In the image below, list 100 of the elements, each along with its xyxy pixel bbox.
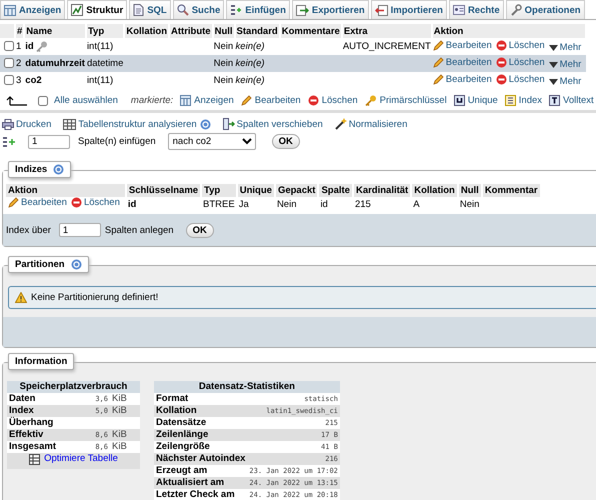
select-all-label: Alle auswählen	[54, 95, 118, 106]
tab[interactable]: Anzeigen	[0, 0, 66, 19]
table-cell: A	[411, 197, 458, 211]
table-icon	[4, 4, 16, 16]
chart-icon	[71, 4, 84, 16]
table-cell: 3	[15, 72, 24, 89]
row-label: Index	[7, 405, 85, 417]
column-header: Attribute	[169, 24, 213, 38]
help-icon[interactable]	[53, 164, 64, 175]
row-label: Nächster Autoindex	[154, 453, 248, 465]
table-icon	[63, 118, 76, 130]
row-label: Insgesamt	[7, 441, 85, 453]
add-columns-label: Spalte(n) einfügen	[78, 136, 156, 147]
column-name: co2	[25, 75, 42, 86]
column-header: Kardinalität	[352, 184, 412, 197]
tab[interactable]: Exportieren	[292, 0, 369, 19]
ok-button[interactable]: OK	[186, 222, 214, 238]
bulk-action-button[interactable]: Anzeigen	[180, 95, 234, 106]
table-title: Datensatz-Statistiken	[154, 381, 340, 393]
delete-icon	[496, 74, 507, 84]
unit-label: KiB	[112, 441, 127, 452]
action-link[interactable]: Drucken	[2, 118, 52, 130]
table-cell: datetime	[86, 55, 124, 72]
tab[interactable]: Rechte	[448, 0, 504, 19]
edit-link[interactable]: Bearbeiten	[432, 56, 492, 68]
row-checkbox[interactable]	[4, 58, 14, 68]
action-link[interactable]: Tabellenstruktur analysieren	[63, 118, 197, 130]
column-name: datumuhrzeit	[25, 58, 85, 69]
tab[interactable]: Importieren	[370, 0, 447, 19]
table-cell: id	[126, 197, 202, 211]
edit-link[interactable]: Bearbeiten	[432, 74, 492, 84]
column-header: Schlüsselname	[126, 184, 202, 197]
row-checkbox[interactable]	[4, 41, 14, 52]
unit-label: KiB	[112, 405, 127, 416]
key-icon	[364, 95, 377, 106]
table-cell-text: Nein	[458, 198, 480, 211]
tab[interactable]: Einfügen	[226, 0, 290, 19]
row-label: Kollation	[154, 405, 248, 417]
caret-icon	[548, 44, 558, 50]
row-label: Effektiv	[7, 429, 85, 441]
action-link[interactable]: Normalisieren	[334, 118, 408, 130]
delete-link[interactable]: Löschen	[70, 197, 120, 208]
marked-label: markierte:	[130, 95, 174, 106]
t-icon	[549, 95, 560, 106]
bulk-action-button[interactable]: Volltext	[549, 95, 594, 106]
bulk-action-button[interactable]: Bearbeiten	[240, 95, 301, 106]
warning-icon	[15, 292, 27, 303]
row-label: Letzter Check am	[154, 489, 248, 500]
delete-link[interactable]: Löschen	[496, 56, 545, 68]
tab[interactable]: Struktur	[67, 0, 128, 19]
column-count-field[interactable]: 1	[28, 134, 70, 148]
move-icon	[222, 118, 235, 130]
table-cell: Nein	[274, 197, 318, 211]
column-header: Standard	[234, 24, 280, 38]
position-select[interactable]: nach co2	[168, 133, 256, 150]
column-name: id	[25, 41, 34, 52]
table-cell: kein(e)	[234, 55, 280, 72]
table-title: Speicherplatzverbrauch	[7, 381, 140, 393]
export-icon	[296, 4, 309, 16]
tab[interactable]: SQL	[129, 0, 171, 19]
delete-icon	[308, 95, 319, 106]
index-suffix: Spalten anlegen	[104, 224, 174, 236]
bulk-action-button[interactable]: Index	[504, 95, 542, 106]
insert-column-icon	[2, 136, 16, 148]
tab[interactable]: Operationen	[506, 0, 585, 19]
more-menu[interactable]: Mehr	[548, 59, 582, 70]
table-cell: Nein	[212, 38, 235, 55]
help-icon[interactable]	[200, 118, 211, 130]
section-legend: Indizes	[8, 161, 72, 178]
table-cell: 1	[15, 38, 24, 55]
delete-link[interactable]: Löschen	[496, 40, 545, 50]
row-label: Zeilengröße	[154, 441, 248, 453]
column-header: Gepackt	[274, 184, 318, 197]
delete-icon	[496, 56, 507, 68]
column-header: Spalte	[318, 184, 353, 197]
table-cell: Nein	[212, 72, 235, 89]
delete-link[interactable]: Löschen	[496, 74, 545, 84]
tab[interactable]: Suche	[172, 0, 224, 19]
row-label: Überhang	[7, 417, 85, 429]
import-icon	[374, 4, 388, 16]
bulk-action-button[interactable]: Unique	[454, 95, 498, 106]
ok-button[interactable]: OK	[272, 134, 300, 149]
more-menu[interactable]: Mehr	[548, 76, 582, 87]
column-header: Typ	[86, 24, 124, 38]
bulk-action-button[interactable]: Primärschlüssel	[364, 95, 447, 106]
select-all-checkbox[interactable]	[38, 96, 48, 106]
action-link[interactable]: Spalten verschieben	[222, 118, 323, 130]
table-icon	[180, 95, 192, 106]
row-checkbox[interactable]	[4, 75, 14, 86]
delete-icon	[496, 40, 507, 50]
edit-link[interactable]: Bearbeiten	[432, 40, 492, 50]
more-menu[interactable]: Mehr	[548, 42, 582, 53]
wrench-icon	[510, 4, 522, 16]
row-label: Format	[154, 393, 248, 405]
help-icon[interactable]	[70, 259, 82, 270]
edit-link[interactable]: Bearbeiten	[8, 197, 67, 208]
row-label: Zeilenlänge	[154, 429, 248, 441]
index-count-field[interactable]: 1	[58, 223, 101, 237]
bulk-action-button[interactable]: Löschen	[308, 95, 358, 106]
column-header: Kollation	[124, 24, 170, 38]
